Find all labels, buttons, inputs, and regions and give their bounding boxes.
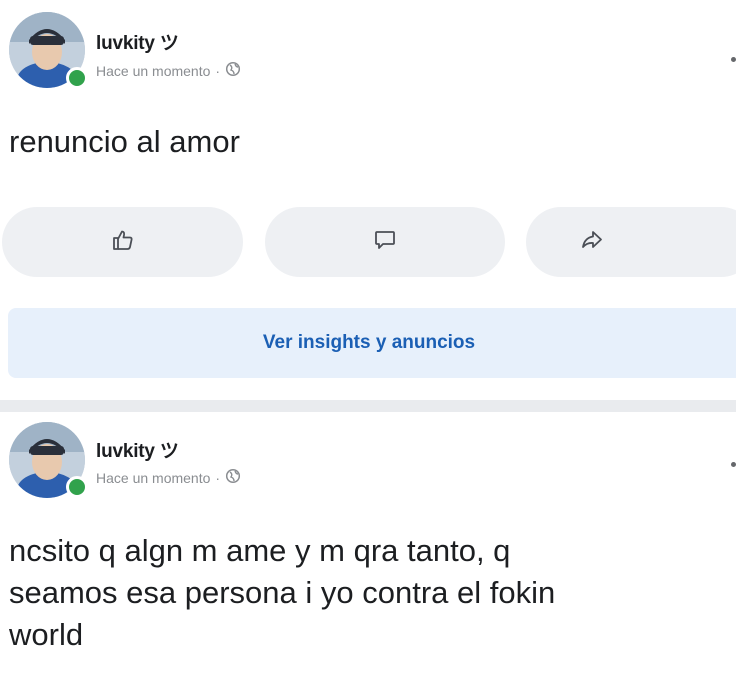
post-text: ncsito q algn m ame y m qra tanto, q sea… bbox=[9, 533, 556, 652]
meta-separator: · bbox=[215, 62, 221, 79]
globe-icon bbox=[225, 468, 241, 487]
view-insights-button[interactable]: Ver insights y anuncios bbox=[8, 308, 736, 378]
post-meta: Hace un momento · bbox=[96, 61, 241, 80]
post-time[interactable]: Hace un momento bbox=[96, 470, 210, 486]
like-button[interactable] bbox=[2, 207, 243, 277]
post-2: luvkity ツ Hace un momento · ncsito q alg… bbox=[0, 412, 736, 677]
comment-button[interactable] bbox=[265, 207, 505, 277]
comment-icon bbox=[373, 228, 397, 257]
post-1: luvkity ツ Hace un momento · renuncio al … bbox=[0, 0, 736, 400]
post-time[interactable]: Hace un momento bbox=[96, 63, 210, 79]
thumbs-up-icon bbox=[111, 228, 135, 257]
post-author[interactable]: luvkity ツ bbox=[96, 28, 179, 55]
more-options-icon[interactable] bbox=[731, 57, 736, 62]
online-status-dot bbox=[66, 67, 88, 89]
post-text: renuncio al amor bbox=[9, 124, 240, 159]
more-options-icon[interactable] bbox=[731, 462, 736, 467]
online-status-dot bbox=[66, 476, 88, 498]
meta-separator: · bbox=[215, 469, 221, 486]
insights-label: Ver insights y anuncios bbox=[262, 332, 476, 353]
post-meta: Hace un momento · bbox=[96, 468, 241, 487]
globe-icon bbox=[225, 61, 241, 80]
share-icon bbox=[580, 228, 604, 257]
share-button[interactable] bbox=[526, 207, 736, 277]
post-divider bbox=[0, 400, 736, 412]
post-author[interactable]: luvkity ツ bbox=[96, 436, 179, 463]
